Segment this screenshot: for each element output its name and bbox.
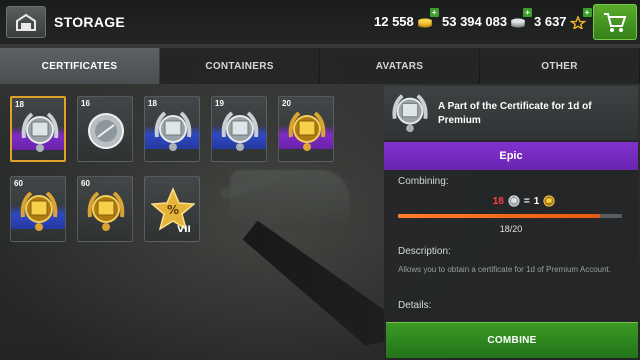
result-count: 1 (533, 195, 540, 207)
add-xp-icon[interactable]: + (582, 7, 592, 17)
certificate-item[interactable]: 60 (77, 176, 133, 242)
certificate-item[interactable]: 60 (10, 176, 66, 242)
certificate-item[interactable]: 18 (10, 96, 66, 162)
details-label: Details: (398, 300, 432, 311)
svg-text:VII: VII (177, 225, 191, 235)
certificate-item[interactable]: 19 (211, 96, 267, 162)
rarity-label: Epic (384, 142, 638, 170)
silver-certificate-icon (221, 111, 259, 151)
tank-silhouette (230, 170, 350, 230)
gold-certificate-icon (87, 191, 125, 231)
garage-button[interactable] (6, 6, 46, 38)
silver-coins-icon: + (510, 7, 533, 28)
free-xp-balance[interactable]: 3 637 + (534, 7, 592, 31)
silver-disc-icon (88, 113, 124, 149)
required-count: 18 (492, 195, 504, 207)
tab-avatars[interactable]: AVATARS (320, 48, 480, 84)
equals-sign: = (523, 195, 530, 207)
silver-certificate-small-icon (508, 195, 520, 207)
description-text: Allows you to obtain a certificate for 1… (398, 265, 611, 274)
silver-balance[interactable]: 53 394 083 + (442, 7, 533, 29)
gold-certificate-icon (20, 191, 58, 231)
silver-certificate-icon (21, 112, 59, 152)
free-xp-star-icon: + (568, 7, 592, 31)
gold-amount: 12 558 (374, 14, 414, 29)
storage-tabs: CERTIFICATES CONTAINERS AVATARS OTHER (0, 48, 640, 84)
silver-certificate-icon (392, 94, 428, 133)
add-gold-icon[interactable]: + (429, 7, 439, 17)
svg-text:%: % (167, 203, 179, 217)
combine-button[interactable]: COMBINE (386, 322, 638, 358)
xp-amount: 3 637 (534, 14, 567, 29)
gold-coins-icon: + (417, 7, 439, 28)
tab-containers[interactable]: CONTAINERS (160, 48, 320, 84)
gold-star-percent-vii-icon: % VII (151, 187, 195, 235)
gold-certificate-small-icon (543, 195, 555, 207)
certificate-item[interactable]: 20 (278, 96, 334, 162)
certificate-item[interactable]: % VII (144, 176, 200, 242)
shop-button[interactable] (593, 4, 637, 40)
combining-label: Combining: (398, 176, 449, 187)
combine-progress-bar (398, 214, 622, 218)
add-silver-icon[interactable]: + (523, 7, 533, 17)
combine-recipe: 18 = 1 (474, 194, 574, 208)
silver-certificate-icon (154, 111, 192, 151)
tab-certificates[interactable]: CERTIFICATES (0, 48, 160, 84)
garage-icon (16, 13, 36, 31)
gold-balance[interactable]: 12 558 + (374, 7, 439, 29)
certificate-item[interactable]: 16 (77, 96, 133, 162)
description-label: Description: (398, 246, 451, 257)
detail-panel: A Part of the Certificate for 1d of Prem… (384, 86, 638, 360)
silver-amount: 53 394 083 (442, 14, 508, 29)
tab-other[interactable]: OTHER (480, 48, 640, 84)
certificate-item[interactable]: 18 (144, 96, 200, 162)
detail-header: A Part of the Certificate for 1d of Prem… (384, 86, 638, 140)
cart-icon (604, 13, 627, 32)
progress-text: 18/20 (499, 224, 523, 234)
progress-fill (398, 214, 600, 218)
page-title: STORAGE (54, 14, 126, 30)
item-name: A Part of the Certificate for 1d of Prem… (438, 101, 592, 126)
gold-certificate-icon (288, 111, 326, 151)
